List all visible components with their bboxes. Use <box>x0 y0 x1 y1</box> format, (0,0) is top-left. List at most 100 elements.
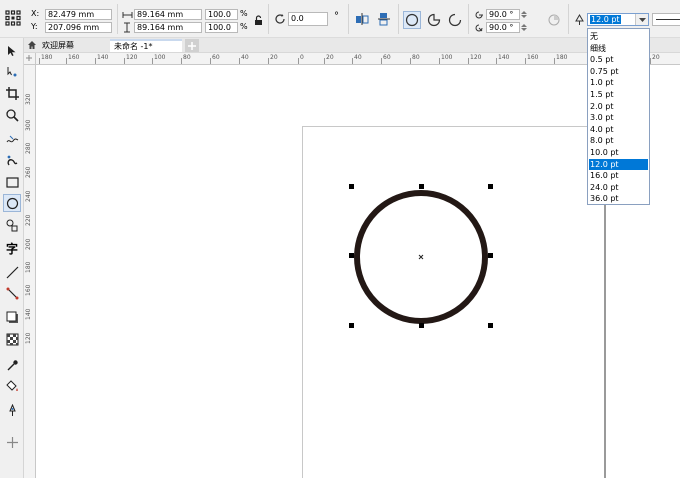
reference-point-icon[interactable] <box>4 9 22 27</box>
scale-height-field[interactable]: 100.0 <box>205 22 238 33</box>
outline-width-combobox[interactable]: 12.0 pt <box>587 13 649 26</box>
ruler-tick-label: 100 <box>441 54 453 61</box>
drawing-layer <box>349 184 493 328</box>
zoom-tool-icon[interactable] <box>3 106 21 124</box>
handle-top-right[interactable] <box>488 184 493 189</box>
vertical-ruler[interactable]: 320 300 280 260 240 220 200 180 160 140 120 <box>24 65 36 478</box>
percent-label-h: % <box>240 22 248 31</box>
connector-tool-icon[interactable] <box>3 284 21 302</box>
handle-bottom-left[interactable] <box>349 323 354 328</box>
ruler-tick-label: 40 <box>354 54 362 61</box>
handle-top-left[interactable] <box>349 184 354 189</box>
ellipse-tool-icon[interactable] <box>3 194 21 212</box>
drop-shadow-tool-icon[interactable] <box>3 308 21 326</box>
add-tab-icon[interactable] <box>185 39 199 52</box>
outline-option[interactable]: 细线 <box>589 43 648 54</box>
separator <box>568 4 569 34</box>
ruler-tick-mark <box>239 58 240 64</box>
ruler-tick-mark <box>66 58 67 64</box>
tab-welcome[interactable]: 欢迎屏幕 <box>38 39 110 52</box>
outline-option[interactable]: 16.0 pt <box>589 170 648 181</box>
end-angle-field[interactable]: 90.0 ° <box>486 22 520 33</box>
document-tab-bar: 欢迎屏幕 未命名 -1* <box>0 38 680 53</box>
start-angle-icon <box>473 9 485 20</box>
ruler-tick-mark <box>181 58 182 64</box>
mirror-horizontal-icon[interactable] <box>354 11 370 27</box>
arc-mode-icon[interactable] <box>446 11 464 29</box>
eyedropper-tool-icon[interactable] <box>3 356 21 374</box>
mirror-vertical-icon[interactable] <box>376 11 392 27</box>
width-field[interactable]: 89.164 mm <box>134 9 202 20</box>
direction-toggle-icon[interactable] <box>547 13 561 27</box>
ruler-tick-label: 140 <box>25 308 32 320</box>
ellipse-mode-icon[interactable] <box>403 11 421 29</box>
ruler-tick-label: 240 <box>25 190 32 202</box>
ruler-tick-label: 0 <box>300 54 304 61</box>
start-angle-field[interactable]: 90.0 ° <box>486 9 520 20</box>
handle-bottom-center[interactable] <box>419 323 424 328</box>
text-tool-icon[interactable]: 字 <box>3 239 21 257</box>
y-position-field[interactable]: 207.096 mm <box>45 22 112 33</box>
outline-option[interactable]: 1.0 pt <box>589 77 648 88</box>
ruler-tick-label: 20 <box>652 54 660 61</box>
tab-document[interactable]: 未命名 -1* <box>110 39 182 52</box>
crop-tool-icon[interactable] <box>3 84 21 102</box>
outline-option[interactable]: 8.0 pt <box>589 135 648 146</box>
ruler-tick-mark <box>268 58 269 64</box>
add-tool-icon[interactable] <box>3 433 21 451</box>
x-position-field[interactable]: 82.479 mm <box>45 9 112 20</box>
outline-option[interactable]: 0.5 pt <box>589 54 648 65</box>
ruler-tick-mark <box>650 58 651 64</box>
selection-handles[interactable] <box>349 184 493 328</box>
drawing-canvas[interactable] <box>37 66 680 478</box>
outline-option[interactable]: 4.0 pt <box>589 124 648 135</box>
ruler-tick-mark <box>210 58 211 64</box>
outline-option[interactable]: 12.0 pt <box>589 158 648 170</box>
handle-middle-right[interactable] <box>488 253 493 258</box>
end-angle-spinner-icon[interactable] <box>520 22 528 33</box>
ruler-tick-mark <box>496 58 497 64</box>
handle-middle-left[interactable] <box>349 253 354 258</box>
pick-tool-icon[interactable] <box>3 42 21 60</box>
start-angle-spinner-icon[interactable] <box>520 9 528 20</box>
pie-mode-icon[interactable] <box>425 11 443 29</box>
outline-option[interactable]: 36.0 pt <box>589 193 648 204</box>
lock-ratio-icon[interactable] <box>252 14 264 26</box>
ruler-tick-mark <box>152 58 153 64</box>
ruler-tick-mark <box>439 58 440 64</box>
ruler-tick-mark <box>525 58 526 64</box>
property-bar: X: 82.479 mm Y: 207.096 mm 89.164 mm 89.… <box>0 0 680 38</box>
interactive-fill-tool-icon[interactable] <box>3 377 21 395</box>
height-field[interactable]: 89.164 mm <box>134 22 202 33</box>
ruler-origin-icon[interactable] <box>24 53 36 64</box>
home-icon[interactable] <box>26 39 38 51</box>
outline-option[interactable]: 3.0 pt <box>589 112 648 123</box>
handle-top-center[interactable] <box>419 184 424 189</box>
scale-width-field[interactable]: 100.0 <box>205 9 238 20</box>
ruler-tick-label: 60 <box>212 54 220 61</box>
outline-option[interactable]: 无 <box>589 31 648 42</box>
outline-width-value[interactable]: 12.0 pt <box>590 15 621 24</box>
transparency-tool-icon[interactable] <box>3 330 21 348</box>
rectangle-tool-icon[interactable] <box>3 173 21 191</box>
polygon-tool-icon[interactable] <box>3 216 21 234</box>
outline-option[interactable]: 1.5 pt <box>589 89 648 100</box>
outline-option[interactable]: 0.75 pt <box>589 66 648 77</box>
smart-fill-tool-icon[interactable] <box>3 401 21 419</box>
rotation-field[interactable]: 0.0 <box>288 12 328 26</box>
line-style-preview <box>656 19 680 20</box>
handle-bottom-right[interactable] <box>488 323 493 328</box>
outline-option[interactable]: 24.0 pt <box>589 182 648 193</box>
outline-option[interactable]: 2.0 pt <box>589 101 648 112</box>
outline-option[interactable]: 10.0 pt <box>589 147 648 158</box>
shape-tool-icon[interactable] <box>3 62 21 80</box>
chevron-down-icon[interactable] <box>635 14 648 25</box>
separator <box>348 4 349 34</box>
freehand-tool-icon[interactable] <box>3 130 21 148</box>
horizontal-ruler[interactable]: 180 160 140 120 100 80 60 40 20 0 20 40 60 80 100 120 14… <box>24 53 680 65</box>
ruler-tick-label: 260 <box>25 166 32 178</box>
artistic-media-tool-icon[interactable] <box>3 151 21 169</box>
parallel-dimension-tool-icon[interactable] <box>3 263 21 281</box>
line-style-selector[interactable] <box>652 13 680 26</box>
ruler-tick-label: 120 <box>25 332 32 344</box>
